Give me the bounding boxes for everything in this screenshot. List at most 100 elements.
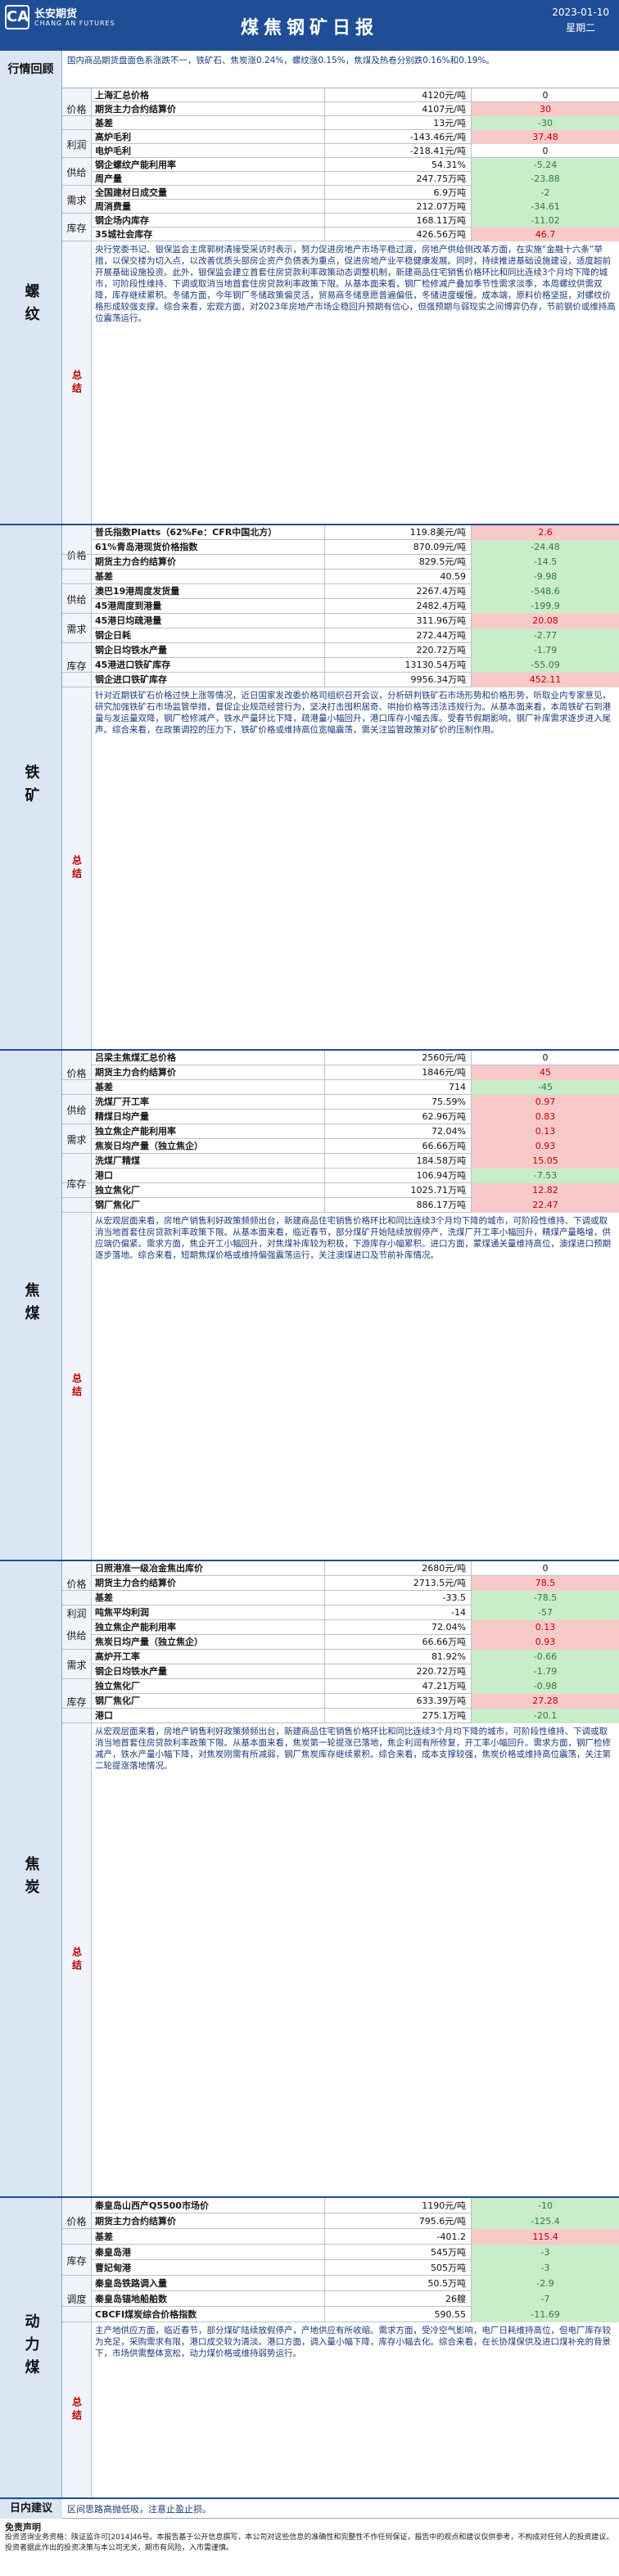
report-title: 煤焦钢矿日报: [240, 18, 378, 38]
row-value: 50.5万吨: [324, 2276, 472, 2291]
row-label: 61%青岛港现货价格指数: [95, 542, 198, 552]
row-value: 886.17万吨: [324, 1198, 472, 1213]
row-label: 35城社会库存: [95, 229, 153, 240]
row-value: 4120元/吨: [324, 88, 472, 102]
row-label: 独立焦企产能利用率: [95, 1622, 176, 1633]
row-change: 0.93: [472, 1635, 619, 1650]
section-4: 动力煤 秦皇岛山西产Q5500市场价 1190元/吨 -10 价格 期货主力合约结算价 79…: [0, 2198, 619, 2499]
row-label: 钢厂焦化厂: [95, 1696, 140, 1706]
row-label: 曹妃甸港: [95, 2263, 131, 2273]
row-label: 钢企日均铁水产量: [95, 645, 167, 655]
data-row: 焦炭日均产量（独立焦企） 66.66万吨 0.93: [62, 1139, 619, 1154]
row-value: 54.31%: [324, 158, 472, 172]
row-change: 2.6: [472, 525, 619, 540]
row-change: 12.82: [472, 1183, 619, 1198]
row-label: 电炉毛利: [95, 146, 131, 156]
market-review-label: 行情回顾: [0, 51, 62, 88]
date-text: 2023-01-10: [552, 7, 609, 18]
row-change: -23.88: [472, 172, 619, 186]
row-label: 期货主力合约结算价: [95, 104, 176, 115]
row-label: 洗煤厂开工率: [95, 1097, 149, 1107]
row-label: 焦炭日均产量（独立焦企）: [95, 1141, 203, 1151]
row-label: 高炉开工率: [95, 1651, 140, 1662]
data-row: 期货主力合约结算价 2713.5元/吨 78.5: [62, 1576, 619, 1591]
data-row: 期货主力合约结算价 1846元/吨 45: [62, 1065, 619, 1080]
disclaimer: 免责声明 投资咨询业务资格：陕证监许可[2014]46号。本报告基于公开信息撰写…: [0, 2520, 619, 2576]
row-change: -55.09: [472, 658, 619, 673]
row-change: 22.47: [472, 1198, 619, 1213]
row-label: 精煤日均产量: [95, 1111, 149, 1122]
row-label: 吕梁主焦煤汇总价格: [95, 1052, 176, 1063]
row-change: -125.4: [472, 2213, 619, 2229]
data-row: 独立焦企产能利用率 72.04% 0.13: [62, 1124, 619, 1139]
row-change: 15.05: [472, 1154, 619, 1169]
row-label: 钢企日耗: [95, 630, 131, 641]
section-3: 焦炭 日照港准一级冶金焦出库价 2680元/吨 0 价格 期货主力合约结算价 2713.5元…: [0, 1561, 619, 2198]
summary-label: 总结: [62, 1213, 92, 1560]
commodity-name: 焦煤: [0, 1051, 62, 1560]
row-value: -143.46元/吨: [324, 130, 472, 144]
row-change: -7.53: [472, 1169, 619, 1183]
row-label: 基差: [95, 571, 113, 582]
data-row: 普氏指数Platts（62%Fe：CFR中国北方） 119.8美元/吨 2.6: [62, 525, 619, 540]
row-value: 168.11万吨: [324, 214, 472, 227]
row-change: -9.98: [472, 570, 619, 584]
row-value: 2713.5元/吨: [324, 1576, 472, 1591]
data-row: 基差 13元/吨 -30: [62, 116, 619, 130]
row-label: 普氏指数Platts（62%Fe：CFR中国北方）: [95, 527, 278, 538]
row-label: 45港周度到港量: [95, 601, 162, 611]
row-label: 期货主力合约结算价: [95, 2216, 176, 2227]
data-row: 独立焦企产能利用率 72.04% 0.13: [62, 1620, 619, 1635]
row-change: 20.08: [472, 614, 619, 628]
data-row: 基差 -33.5 -78.5: [62, 1591, 619, 1605]
row-value: 714: [324, 1080, 472, 1095]
row-change: -20.1: [472, 1709, 619, 1723]
row-value: 72.04%: [324, 1620, 472, 1635]
row-label: 澳巴19港周度发货量: [95, 586, 180, 597]
data-row: 期货主力合约结算价 829.5元/吨 -14.5: [62, 555, 619, 570]
row-change: 0.13: [472, 1620, 619, 1635]
row-label: 全国建材日成交量: [95, 187, 167, 198]
row-change: -199.9: [472, 599, 619, 614]
row-value: 795.6元/吨: [324, 2213, 472, 2229]
row-label: 独立焦化厂: [95, 1681, 140, 1691]
data-row: 期货主力合约结算价 4107元/吨 30: [62, 102, 619, 116]
report-header: CA 长安期货 CHANG AN FUTURES 煤焦钢矿日报 2023-01-…: [0, 0, 619, 51]
row-change: -2.9: [472, 2276, 619, 2291]
data-row: 港口 106.94万吨 -7.53: [62, 1169, 619, 1183]
summary-block: 总结 央行党委书记、银保监会主席郭树清接受采访时表示，努力促进房地产市场平稳过渡，…: [62, 241, 619, 524]
data-row: CBCFI煤炭综合价格指数 590.55 -11.69: [62, 2307, 619, 2322]
row-value: 62.96万吨: [324, 1110, 472, 1124]
row-label: 秦皇岛锚地船舶数: [95, 2294, 167, 2304]
data-row: 洗煤厂开工率 75.59% 0.97: [62, 1095, 619, 1110]
row-value: 633.39万吨: [324, 1694, 472, 1709]
row-change: 37.48: [472, 130, 619, 144]
row-change: -1.79: [472, 643, 619, 658]
row-label: 上海汇总价格: [95, 90, 149, 101]
data-row: 港口 275.1万吨 -20.1: [62, 1709, 619, 1723]
data-row: 35城社会库存 426.56万吨 46.7: [62, 227, 619, 241]
row-change: 78.5: [472, 1576, 619, 1591]
row-change: -11.69: [472, 2307, 619, 2322]
row-change: 27.28: [472, 1694, 619, 1709]
row-change: 46.7: [472, 227, 619, 241]
commodity-name: 铁矿: [0, 525, 62, 1049]
row-label: 周产量: [95, 173, 122, 184]
summary-text: 针对近期铁矿石价格过快上涨等情况，近日国家发改委价格司组织召开会议，分析研判铁矿…: [95, 691, 611, 735]
data-row: 独立焦化厂 47.21万吨 -0.98: [62, 1679, 619, 1694]
row-value: 106.94万吨: [324, 1169, 472, 1183]
row-value: 272.44万吨: [324, 628, 472, 643]
row-value: 72.04%: [324, 1124, 472, 1139]
category-label: 利润: [62, 1605, 92, 1620]
row-label: 吨焦平均利润: [95, 1607, 149, 1618]
row-value: 66.66万吨: [324, 1139, 472, 1154]
data-row: 钢厂焦化厂 886.17万吨 22.47: [62, 1198, 619, 1213]
row-value: 1846元/吨: [324, 1065, 472, 1080]
data-row: 45港日均疏港量 311.96万吨 20.08: [62, 614, 619, 628]
row-change: -3: [472, 2245, 619, 2260]
data-row: 全国建材日成交量 6.9万吨 -2: [62, 186, 619, 200]
row-value: 26艘: [324, 2291, 472, 2307]
intraday-advice: 日内建议 区间思路高抛低吸，注意止盈止损。: [0, 2499, 619, 2519]
row-value: 119.8美元/吨: [324, 525, 472, 540]
data-row: 基差 40.59 -9.98: [62, 570, 619, 584]
